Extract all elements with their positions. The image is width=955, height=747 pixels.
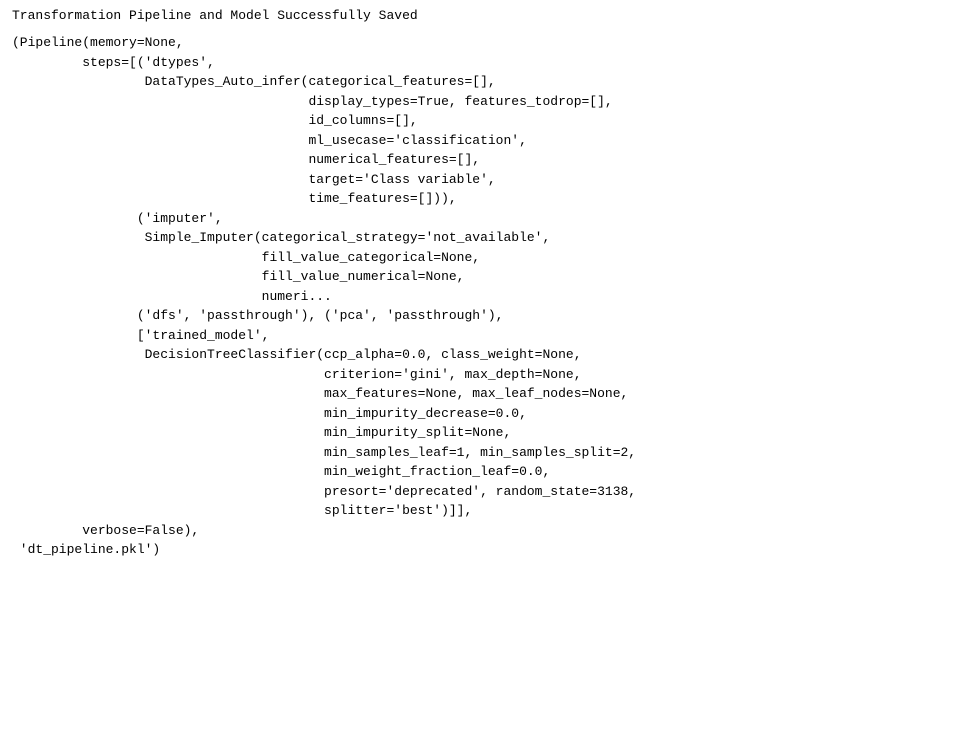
code-block: (Pipeline(memory=None, steps=[('dtypes',… bbox=[12, 33, 943, 560]
title-text: Transformation Pipeline and Model Succes… bbox=[12, 8, 418, 23]
title-line: Transformation Pipeline and Model Succes… bbox=[12, 8, 943, 23]
code-content: (Pipeline(memory=None, steps=[('dtypes',… bbox=[12, 35, 636, 557]
